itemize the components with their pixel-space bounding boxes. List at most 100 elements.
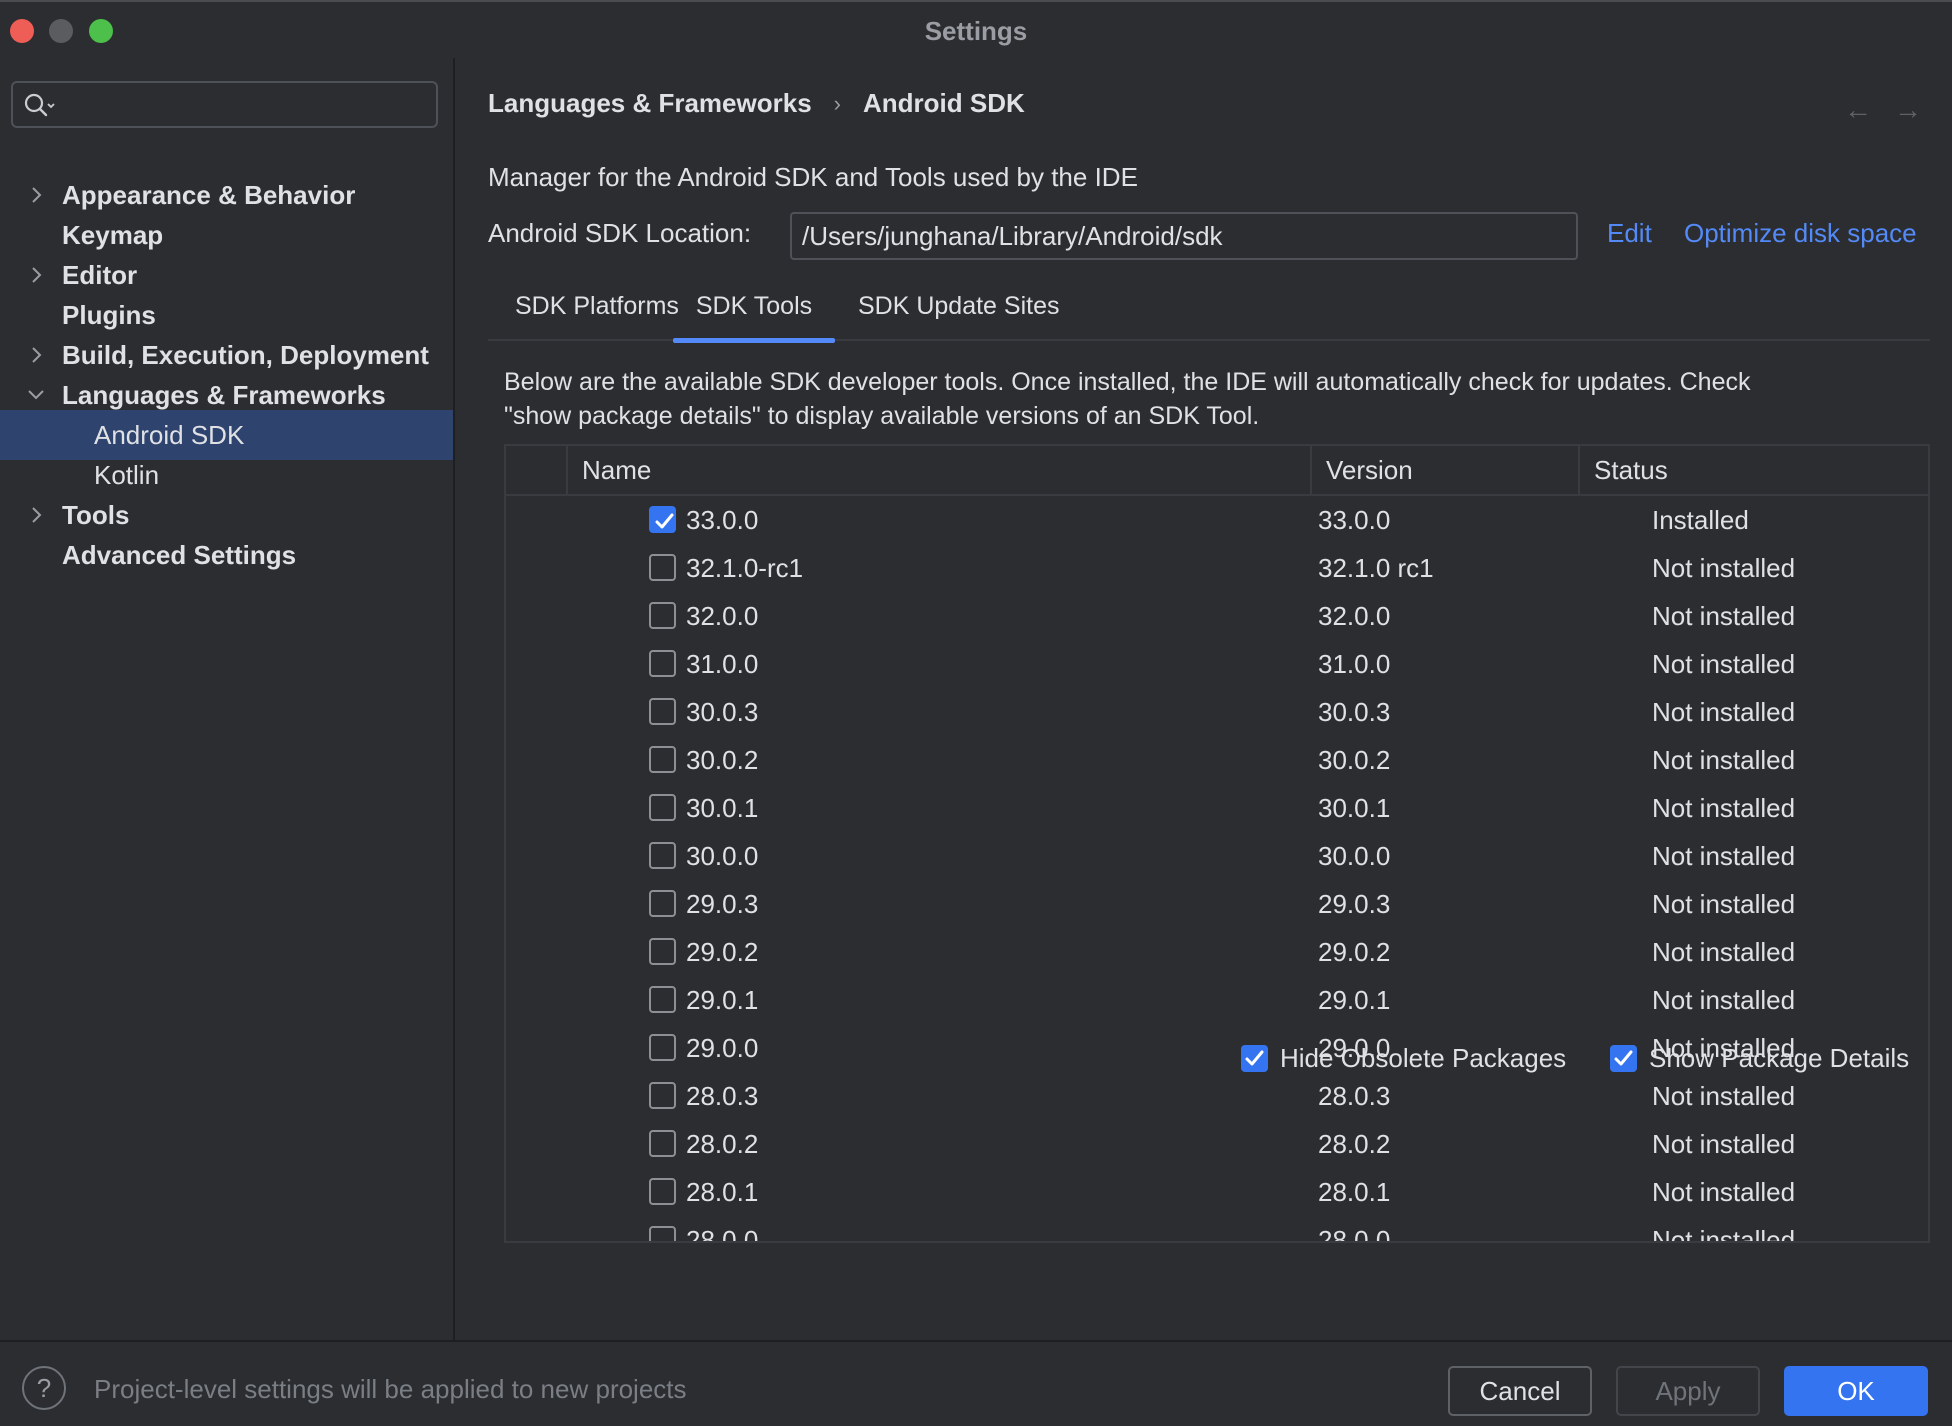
cell-version: 30.0.1 (1318, 793, 1391, 823)
sdk-location-field[interactable] (790, 212, 1578, 260)
cell-name: 30.0.0 (686, 841, 759, 871)
package-checkbox[interactable] (649, 746, 676, 773)
cell-status: Installed (1652, 505, 1749, 535)
checkmark-icon (1614, 1050, 1633, 1066)
package-checkbox[interactable] (649, 1082, 676, 1109)
back-arrow-icon[interactable]: ← (1844, 94, 1872, 126)
column-header-status[interactable]: Status (1578, 446, 1928, 494)
table-row[interactable]: 28.0.1 28.0.1 Not installed (506, 1168, 1928, 1216)
table-row[interactable]: 31.0.0 31.0.0 Not installed (506, 640, 1928, 688)
table-row[interactable]: 28.0.3 28.0.3 Not installed (506, 1072, 1928, 1120)
cell-status: Not installed (1652, 793, 1796, 823)
table-row[interactable]: 32.0.0 32.0.0 Not installed (506, 592, 1928, 640)
table-row[interactable]: 30.0.1 30.0.1 Not installed (506, 784, 1928, 832)
cell-name: 28.0.2 (686, 1129, 759, 1159)
table-row[interactable]: 32.1.0-rc1 32.1.0 rc1 Not installed (506, 544, 1928, 592)
cell-status: Not installed (1652, 697, 1796, 727)
table-row[interactable]: 30.0.0 30.0.0 Not installed (506, 832, 1928, 880)
package-checkbox[interactable] (649, 890, 676, 917)
settings-search-input[interactable] (11, 81, 438, 128)
hide-obsolete-checkbox[interactable] (1241, 1045, 1268, 1072)
cell-name: 29.0.3 (686, 889, 759, 919)
forward-arrow-icon[interactable]: → (1894, 94, 1922, 126)
sidebar-item[interactable]: Advanced Settings (0, 530, 453, 580)
checkmark-icon (1245, 1050, 1264, 1066)
cell-name: 33.0.0 (686, 505, 759, 535)
cell-name: 30.0.2 (686, 745, 759, 775)
hide-obsolete-label: Hide Obsolete Packages (1280, 1043, 1567, 1073)
cell-version: 32.1.0 rc1 (1318, 553, 1434, 583)
settings-sidebar: Appearance & Behavior Keymap Editor Plugins… (0, 58, 455, 1340)
package-checkbox[interactable] (649, 794, 676, 821)
package-checkbox[interactable] (649, 698, 676, 725)
table-row[interactable]: 29.0.3 29.0.3 Not installed (506, 880, 1928, 928)
cell-version: 28.0.2 (1318, 1129, 1391, 1159)
package-checkbox[interactable] (649, 1034, 676, 1061)
package-checkbox[interactable] (649, 602, 676, 629)
cell-status: Not installed (1652, 745, 1796, 775)
column-header-name[interactable]: Name (566, 446, 1310, 494)
package-checkbox[interactable] (649, 1226, 676, 1241)
package-checkbox[interactable] (649, 1130, 676, 1157)
cell-name: 32.0.0 (686, 601, 759, 631)
cancel-button[interactable]: Cancel (1448, 1366, 1592, 1416)
breadcrumb-current: Android SDK (862, 88, 1025, 118)
package-checkbox[interactable] (649, 842, 676, 869)
table-row[interactable]: 28.0.0 28.0.0 Not installed (506, 1216, 1928, 1243)
sdk-tools-help-text: Below are the available SDK developer to… (504, 368, 1751, 430)
edit-link[interactable]: Edit (1607, 218, 1652, 249)
tab-sdk-update-sites[interactable]: SDK Update Sites (858, 283, 1060, 341)
table-row[interactable]: 30.0.3 30.0.3 Not installed (506, 688, 1928, 736)
window-title: Settings (924, 16, 1028, 46)
checkmark-icon (655, 513, 674, 529)
breadcrumb-parent[interactable]: Languages & Frameworks (488, 88, 812, 119)
optimize-disk-space-link[interactable]: Optimize disk space (1684, 218, 1917, 249)
apply-button[interactable]: Apply (1616, 1366, 1760, 1416)
package-checkbox[interactable] (649, 506, 676, 533)
table-row[interactable]: 29.0.2 29.0.2 Not installed (506, 928, 1928, 976)
table-row[interactable]: 29.0.1 29.0.1 Not installed (506, 976, 1928, 1024)
cell-version: 28.0.0 (1318, 1225, 1391, 1243)
table-body[interactable]: 33.0.0 33.0.0 Installed 32.1.0-rc1 32.1.0 rc… (506, 496, 1928, 1243)
cell-name: 30.0.3 (686, 697, 759, 727)
cell-status: Not installed (1652, 1129, 1796, 1159)
cell-status: Not installed (1652, 841, 1796, 871)
tab-sdk-tools[interactable]: SDK Tools (673, 283, 835, 343)
cell-version: 29.0.2 (1318, 937, 1391, 967)
package-checkbox[interactable] (649, 986, 676, 1013)
column-header-version[interactable]: Version (1310, 446, 1578, 494)
show-details-label: Show Package Details (1649, 1043, 1910, 1073)
show-details-option[interactable]: Show Package Details (1610, 1043, 1909, 1074)
cell-version: 28.0.3 (1318, 1081, 1391, 1111)
tab-sdk-platforms[interactable]: SDK Platforms (515, 283, 679, 341)
cell-name: 29.0.1 (686, 985, 759, 1015)
cell-status: Not installed (1652, 601, 1796, 631)
breadcrumb-separator-icon: › (833, 90, 841, 116)
cell-status: Not installed (1652, 937, 1796, 967)
table-header: Name Version Status (506, 446, 1928, 496)
sdk-location-label: Android SDK Location: (488, 218, 752, 248)
show-details-checkbox[interactable] (1610, 1045, 1637, 1072)
cell-status: Not installed (1652, 985, 1796, 1015)
cell-version: 29.0.3 (1318, 889, 1391, 919)
table-row[interactable]: 30.0.2 30.0.2 Not installed (506, 736, 1928, 784)
package-checkbox[interactable] (649, 554, 676, 581)
cell-version: 32.0.0 (1318, 601, 1391, 631)
sidebar-item-label: Advanced Settings (62, 540, 297, 570)
ok-button[interactable]: OK (1784, 1366, 1928, 1416)
hide-obsolete-option[interactable]: Hide Obsolete Packages (1241, 1043, 1566, 1074)
table-row[interactable]: 33.0.0 33.0.0 Installed (506, 496, 1928, 544)
package-checkbox[interactable] (649, 938, 676, 965)
dialog-footer: ? Project-level settings will be applied… (0, 1340, 1952, 1426)
sdk-tabs: SDK Platforms SDK Tools SDK Update Sites (488, 283, 1930, 343)
cell-status: Not installed (1652, 1177, 1796, 1207)
package-checkbox[interactable] (649, 650, 676, 677)
cell-status: Not installed (1652, 1225, 1796, 1243)
help-icon[interactable]: ? (22, 1366, 66, 1410)
cell-status: Not installed (1652, 553, 1796, 583)
breadcrumb: Languages & Frameworks › Android SDK (488, 88, 1025, 119)
cell-version: 30.0.3 (1318, 697, 1391, 727)
cell-name: 28.0.0 (686, 1225, 759, 1243)
package-checkbox[interactable] (649, 1178, 676, 1205)
table-row[interactable]: 28.0.2 28.0.2 Not installed (506, 1120, 1928, 1168)
